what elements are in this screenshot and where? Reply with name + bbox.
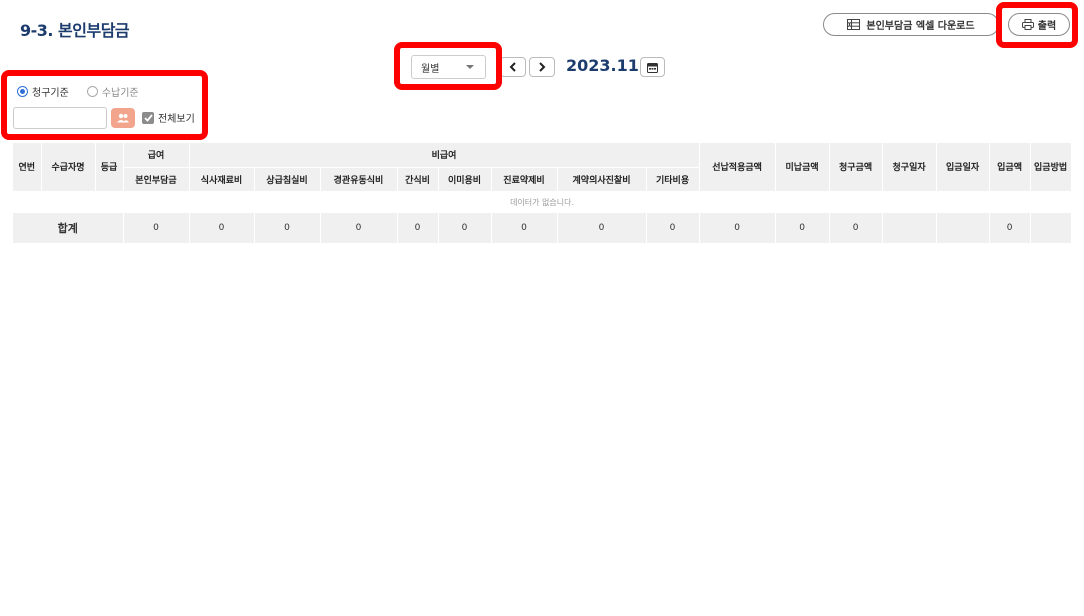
total-advance-applied: 0 [699, 213, 776, 243]
empty-message: 데이터가 없습니다. [510, 197, 575, 207]
radio-button[interactable] [17, 86, 28, 97]
page-title: 9-3. 본인부담금 [20, 21, 130, 40]
col-header-copay[interactable]: 본인부담금 [123, 167, 190, 192]
col-header-other[interactable]: 기타비용 [646, 167, 700, 192]
excel-download-label: 본인부담금 엑셀 다운로드 [866, 21, 975, 32]
total-cell: 0 [491, 213, 558, 243]
checkbox-checked[interactable] [142, 111, 154, 124]
col-header-meal[interactable]: 식사재료비 [189, 167, 255, 192]
radio-label: 수납기준 [101, 88, 139, 99]
col-header-deposit-method[interactable]: 입금방법 [1030, 143, 1072, 192]
radio-billing-basis[interactable]: 청구기준 [17, 84, 69, 99]
current-period: 2023.11 [566, 56, 639, 75]
col-header-name[interactable]: 수급자명 [41, 143, 96, 192]
copay-table: 연번 수급자명 등급 급여 비급여 선납적용금액 미납금액 청구금액 청구일자 … [13, 143, 1072, 243]
print-label: 출력 [1037, 21, 1057, 32]
col-header-beauty[interactable]: 이미용비 [438, 167, 492, 192]
people-icon [116, 113, 130, 123]
col-header-tube-feeding[interactable]: 경관유동식비 [320, 167, 398, 192]
col-header-grade[interactable]: 등급 [95, 143, 124, 192]
col-header-advance-applied[interactable]: 선납적용금액 [699, 143, 776, 192]
col-header-billed-amount[interactable]: 청구금액 [829, 143, 883, 192]
excel-download-button[interactable]: 본인부담금 엑셀 다운로드 [823, 13, 999, 36]
col-header-no[interactable]: 연번 [13, 143, 42, 192]
total-row: 합계 0 0 0 0 0 0 0 0 0 0 0 0 0 [13, 213, 1072, 243]
total-deposit-method [1030, 213, 1072, 243]
period-select-value: 월별 [421, 63, 440, 75]
recipient-search-input[interactable] [13, 107, 107, 129]
col-header-medicine[interactable]: 진료약제비 [491, 167, 558, 192]
col-header-upper-room[interactable]: 상급침실비 [254, 167, 321, 192]
total-copay: 0 [123, 213, 190, 243]
chevron-right-icon [538, 62, 546, 72]
empty-row: 데이터가 없습니다. [13, 191, 1071, 213]
total-cell: 0 [438, 213, 492, 243]
radio-label: 청구기준 [32, 88, 69, 99]
period-select[interactable]: 월별 [411, 55, 486, 79]
total-unpaid: 0 [775, 213, 830, 243]
printer-icon [1021, 19, 1034, 30]
radio-receipt-basis[interactable]: 수납기준 [86, 84, 139, 99]
caret-down-icon [466, 65, 474, 69]
total-cell: 0 [646, 213, 700, 243]
total-cell: 0 [320, 213, 398, 243]
total-deposit-amount: 0 [989, 213, 1031, 243]
col-header-snack[interactable]: 간식비 [397, 167, 439, 192]
total-cell: 0 [254, 213, 321, 243]
calendar-icon [647, 62, 658, 73]
view-all-label: 전체보기 [158, 114, 195, 125]
col-header-contract-doctor[interactable]: 계약의사진찰비 [557, 167, 647, 192]
highlight-filter [1, 70, 208, 140]
basis-radio-group: 청구기준 수납기준 [17, 84, 139, 99]
total-cell: 0 [189, 213, 255, 243]
col-group-nonbenefit: 비급여 [189, 143, 700, 168]
next-month-button[interactable] [529, 57, 555, 77]
total-cell: 0 [557, 213, 647, 243]
excel-icon [847, 19, 861, 30]
col-header-unpaid[interactable]: 미납금액 [775, 143, 830, 192]
prev-month-button[interactable] [500, 57, 526, 77]
recipient-search-button[interactable] [111, 108, 135, 128]
radio-button[interactable] [86, 86, 98, 97]
col-header-deposit-amount[interactable]: 입금액 [989, 143, 1031, 192]
calendar-button[interactable] [640, 57, 665, 77]
chevron-left-icon [509, 62, 517, 72]
total-billed-amount: 0 [829, 213, 883, 243]
view-all-checkbox[interactable]: 전체보기 [142, 110, 195, 125]
col-group-benefit: 급여 [123, 143, 190, 168]
print-button[interactable]: 출력 [1008, 13, 1070, 36]
col-header-billed-date[interactable]: 청구일자 [882, 143, 937, 192]
total-billed-date [882, 213, 937, 243]
total-label: 합계 [13, 213, 124, 243]
total-cell: 0 [397, 213, 439, 243]
total-deposit-date [936, 213, 990, 243]
col-header-deposit-date[interactable]: 입금일자 [936, 143, 990, 192]
